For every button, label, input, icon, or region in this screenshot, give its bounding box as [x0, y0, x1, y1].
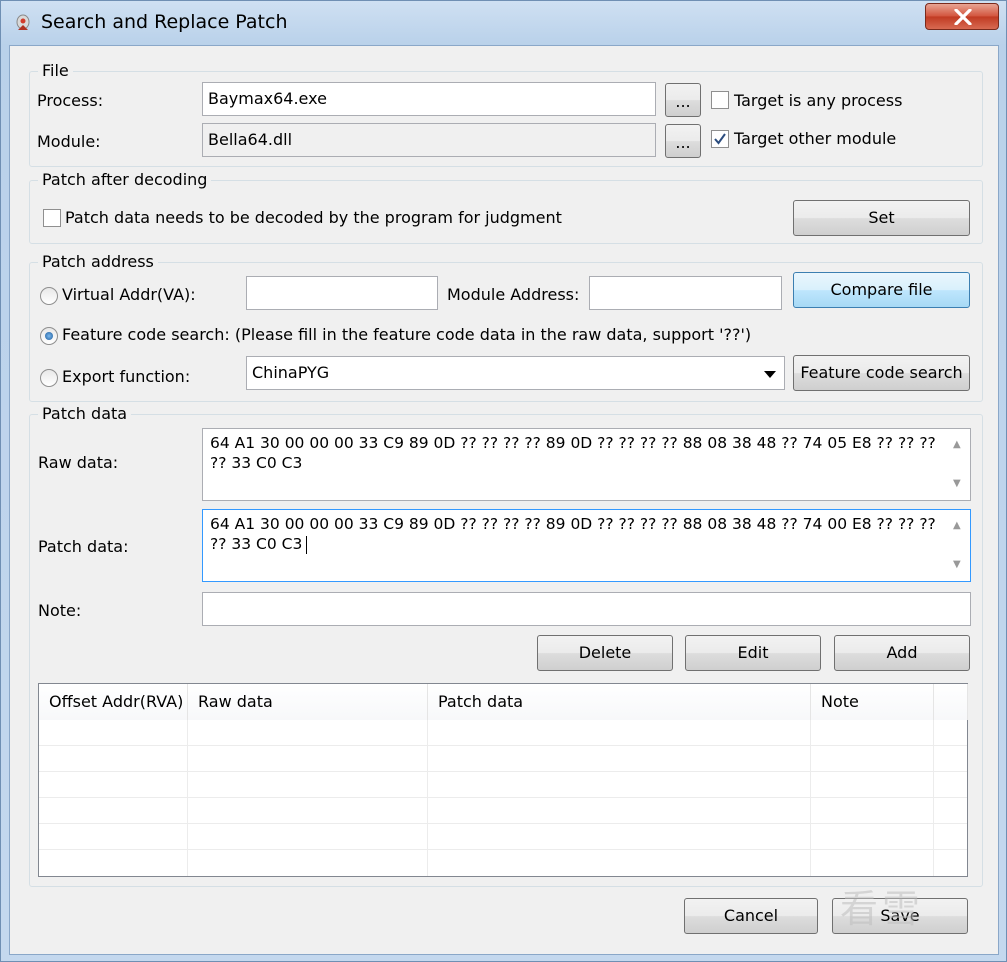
raw-data-input[interactable]: 64 A1 30 00 00 00 33 C9 89 0D ?? ?? ?? ?…	[202, 428, 971, 501]
table-row[interactable]	[39, 772, 967, 798]
file-group-label: File	[38, 61, 73, 80]
patch-list-table[interactable]: Offset Addr(RVA) Raw data Patch data Not…	[38, 683, 968, 877]
watermark-logo: 看雪	[840, 887, 925, 931]
patch-data-label: Patch data:	[38, 537, 129, 556]
decode-checkbox-label[interactable]: Patch data needs to be decoded by the pr…	[65, 208, 562, 227]
va-radio-label[interactable]: Virtual Addr(VA):	[62, 285, 196, 304]
raw-data-label: Raw data:	[38, 453, 119, 472]
process-label: Process:	[37, 91, 104, 110]
va-radio[interactable]	[40, 287, 58, 305]
app-icon	[16, 14, 30, 30]
module-input[interactable]: Bella64.dll	[202, 123, 656, 157]
window-title: Search and Replace Patch	[41, 11, 288, 33]
text-caret	[306, 535, 308, 554]
patch-data-input[interactable]: 64 A1 30 00 00 00 33 C9 89 0D ?? ?? ?? ?…	[202, 509, 971, 582]
va-input[interactable]	[246, 276, 438, 310]
table-row[interactable]	[39, 746, 967, 772]
module-label: Module:	[37, 132, 101, 151]
scroll-down-icon[interactable]: ▼	[953, 555, 961, 575]
target-other-module-checkbox[interactable]	[711, 130, 729, 148]
feature-code-search-button[interactable]: Feature code search	[793, 355, 970, 391]
feature-code-radio-label[interactable]: Feature code search: (Please fill in the…	[62, 325, 751, 344]
process-browse-button[interactable]: ...	[665, 83, 701, 117]
module-browse-button[interactable]: ...	[665, 124, 701, 158]
patch-data-text: 64 A1 30 00 00 00 33 C9 89 0D ?? ?? ?? ?…	[210, 515, 936, 553]
compare-file-button[interactable]: Compare file	[793, 272, 970, 308]
decode-checkbox[interactable]	[43, 209, 61, 227]
scroll-down-icon[interactable]: ▼	[953, 474, 961, 494]
title-bar[interactable]: Search and Replace Patch	[1, 1, 1006, 45]
module-address-label: Module Address:	[447, 285, 580, 304]
target-any-process-checkbox[interactable]	[711, 91, 729, 109]
column-header-patch-data[interactable]: Patch data	[428, 684, 811, 720]
cancel-button[interactable]: Cancel	[684, 898, 818, 934]
delete-button[interactable]: Delete	[537, 635, 673, 671]
target-any-process-label[interactable]: Target is any process	[734, 91, 902, 110]
set-button[interactable]: Set	[793, 200, 970, 236]
export-function-value: ChinaPYG	[252, 363, 330, 382]
feature-code-radio[interactable]	[40, 327, 58, 345]
scroll-up-icon[interactable]: ▲	[953, 435, 961, 455]
address-group-label: Patch address	[38, 252, 158, 271]
dialog-client-area: File Process: Baymax64.exe ... Target is…	[9, 45, 999, 955]
module-address-input[interactable]	[589, 276, 782, 310]
table-row[interactable]	[39, 720, 967, 746]
column-header-filler	[934, 684, 968, 720]
raw-data-scrollbar[interactable]: ▲ ▼	[946, 429, 970, 500]
patch-data-scrollbar[interactable]: ▲ ▼	[946, 510, 970, 581]
column-header-raw-data[interactable]: Raw data	[188, 684, 428, 720]
table-row[interactable]	[39, 824, 967, 850]
column-header-offset[interactable]: Offset Addr(RVA)	[39, 684, 188, 720]
export-function-radio[interactable]	[40, 369, 58, 387]
add-button[interactable]: Add	[834, 635, 970, 671]
process-input[interactable]: Baymax64.exe	[202, 82, 656, 116]
export-function-combo[interactable]: ChinaPYG	[246, 356, 785, 390]
column-header-note[interactable]: Note	[811, 684, 934, 720]
target-other-module-label[interactable]: Target other module	[734, 129, 896, 148]
table-row[interactable]	[39, 798, 967, 824]
dialog-window: Search and Replace Patch File Process: B…	[0, 0, 1007, 962]
table-header: Offset Addr(RVA) Raw data Patch data Not…	[39, 684, 968, 720]
close-icon	[954, 9, 972, 25]
scroll-up-icon[interactable]: ▲	[953, 516, 961, 536]
edit-button[interactable]: Edit	[685, 635, 821, 671]
raw-data-text: 64 A1 30 00 00 00 33 C9 89 0D ?? ?? ?? ?…	[210, 434, 936, 472]
note-input[interactable]	[202, 592, 971, 626]
note-label: Note:	[38, 601, 82, 620]
chevron-down-icon[interactable]	[764, 371, 776, 378]
patch-data-group-label: Patch data	[38, 404, 132, 423]
checkmark-icon	[714, 133, 726, 145]
decode-group-label: Patch after decoding	[38, 170, 212, 189]
export-function-radio-label[interactable]: Export function:	[62, 367, 190, 386]
close-button[interactable]	[925, 3, 999, 30]
